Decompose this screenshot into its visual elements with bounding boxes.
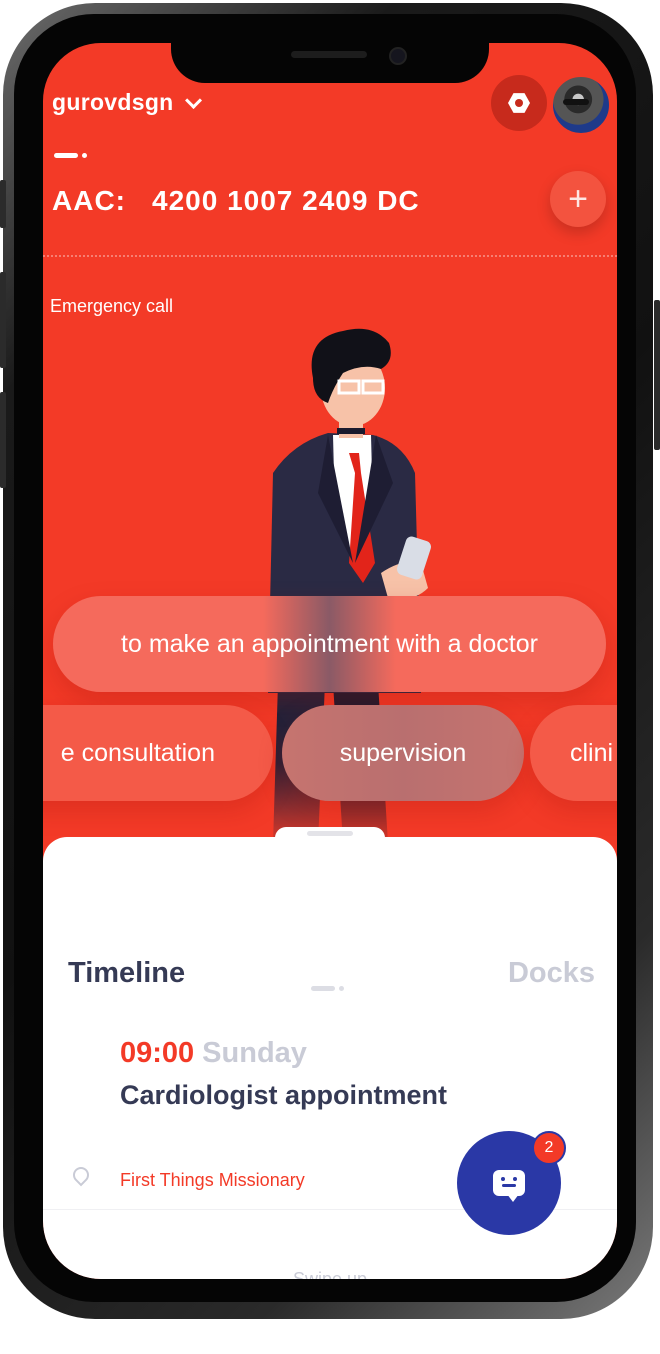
app-screen: gurovdsgn AAC: 4200 1007 2409 DC + Emerge… xyxy=(43,43,617,1279)
panel-pager xyxy=(311,980,348,998)
event-time: 09:00 xyxy=(120,1037,195,1069)
dashed-divider xyxy=(43,255,617,257)
hexagon-settings-icon xyxy=(508,93,530,113)
chip-consultation[interactable]: e consultation xyxy=(43,705,273,801)
chip-supervision[interactable]: supervision xyxy=(282,705,524,801)
front-camera xyxy=(389,47,407,65)
header-pager xyxy=(54,147,91,165)
chip-make-appointment[interactable]: to make an appointment with a doctor xyxy=(53,596,606,692)
swipe-up-hint: Swipe up xyxy=(292,1269,368,1279)
pager-dot xyxy=(82,153,87,159)
chat-icon xyxy=(493,1170,525,1202)
chip-clinic[interactable]: clini xyxy=(530,705,617,801)
event-day: Sunday xyxy=(202,1037,307,1069)
phone-volume-down xyxy=(0,392,6,488)
phone-volume-up xyxy=(0,272,6,368)
pager-dot-active xyxy=(54,153,78,159)
chat-notification-badge: 2 xyxy=(532,1131,566,1165)
panel-pager-dot xyxy=(339,986,344,992)
phone-notch xyxy=(171,43,489,83)
location-pin-icon xyxy=(69,1163,93,1187)
plus-icon: + xyxy=(568,180,588,218)
tab-docks[interactable]: Docks xyxy=(508,957,595,990)
account-switcher[interactable]: gurovdsgn xyxy=(52,89,202,116)
event-title[interactable]: Cardiologist appointment xyxy=(120,1080,447,1111)
aac-label: AAC: xyxy=(52,185,126,216)
panel-drag-handle[interactable] xyxy=(307,831,353,836)
phone-side-button xyxy=(0,180,6,228)
account-name: gurovdsgn xyxy=(52,89,174,115)
aac-number-row: AAC: 4200 1007 2409 DC xyxy=(52,185,420,217)
phone-power-button xyxy=(654,300,660,450)
emergency-call-link[interactable]: Emergency call xyxy=(50,296,173,317)
panel-pager-dot-active xyxy=(311,986,335,992)
event-location[interactable]: First Things Missionary xyxy=(120,1170,305,1191)
tab-timeline[interactable]: Timeline xyxy=(68,957,185,990)
avatar[interactable] xyxy=(551,75,611,135)
settings-button[interactable] xyxy=(491,75,547,131)
speaker-grille xyxy=(291,51,367,58)
event-time-row: 09:00 Sunday xyxy=(120,1037,307,1070)
add-button[interactable]: + xyxy=(550,171,606,227)
aac-number: 4200 1007 2409 DC xyxy=(152,185,420,216)
